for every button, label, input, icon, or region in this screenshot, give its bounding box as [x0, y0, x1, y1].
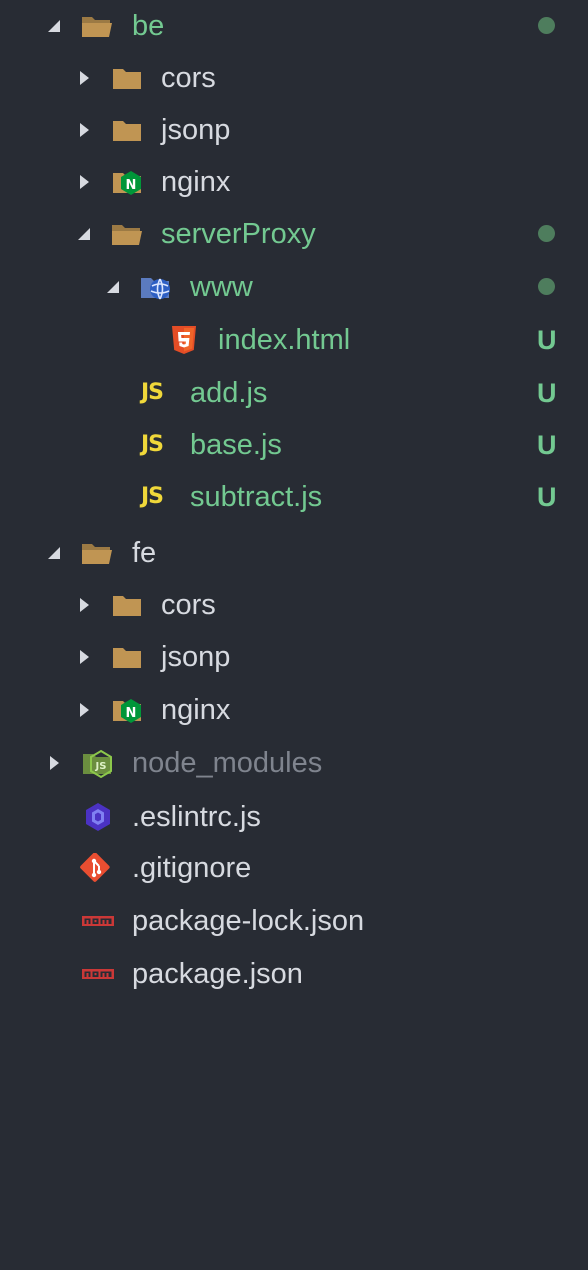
git-icon	[80, 853, 114, 883]
git-modified-dot	[538, 278, 555, 295]
folder-icon	[110, 642, 144, 672]
tree-item-nginx[interactable]: N nginx	[0, 684, 588, 736]
tree-item-label: nginx	[161, 166, 231, 198]
tree-item-label: www	[190, 271, 253, 303]
eslint-icon	[80, 802, 114, 832]
tree-item-label: index.html	[218, 324, 351, 356]
tree-item-label: jsonp	[161, 641, 231, 673]
javascript-icon: JS	[141, 380, 164, 405]
nginx-folder-icon: N	[110, 167, 144, 197]
tree-item-label: subtract.js	[190, 481, 323, 513]
tree-item-package-json[interactable]: package.json	[0, 948, 588, 1000]
javascript-icon: JS	[141, 484, 164, 509]
folder-icon	[110, 115, 144, 145]
folder-open-icon	[80, 11, 114, 41]
tree-item-eslintrc[interactable]: .eslintrc.js	[0, 791, 588, 843]
node-folder-icon: JS	[80, 748, 114, 778]
tree-item-cors[interactable]: cors	[0, 579, 588, 631]
folder-icon	[110, 63, 144, 93]
tree-item-www[interactable]: www	[0, 261, 588, 313]
git-untracked-badge: U	[537, 430, 557, 460]
www-folder-icon	[139, 272, 173, 302]
git-modified-dot	[538, 17, 555, 34]
chevron-collapsed-icon[interactable]	[74, 68, 94, 88]
npm-icon	[80, 906, 114, 936]
git-modified-dot	[538, 225, 555, 242]
chevron-expanded-icon[interactable]	[44, 543, 64, 563]
nginx-folder-icon: N	[110, 695, 144, 725]
chevron-collapsed-icon[interactable]	[44, 753, 64, 773]
git-untracked-badge: U	[537, 325, 557, 355]
tree-item-jsonp[interactable]: jsonp	[0, 104, 588, 156]
tree-item-label: package-lock.json	[132, 905, 365, 937]
tree-item-gitignore[interactable]: .gitignore	[0, 842, 588, 894]
chevron-expanded-icon[interactable]	[103, 277, 123, 297]
tree-item-serverProxy[interactable]: serverProxy	[0, 208, 588, 260]
javascript-icon: JS	[141, 432, 164, 457]
html5-icon	[167, 325, 201, 355]
svg-text:N: N	[126, 178, 137, 193]
tree-item-node-modules[interactable]: JS node_modules	[0, 737, 588, 789]
tree-item-be[interactable]: be	[0, 0, 588, 52]
chevron-collapsed-icon[interactable]	[74, 700, 94, 720]
tree-item-nginx[interactable]: N nginx	[0, 156, 588, 208]
chevron-collapsed-icon[interactable]	[74, 172, 94, 192]
tree-item-index-html[interactable]: index.html U	[0, 314, 588, 366]
tree-item-label: .gitignore	[132, 852, 252, 884]
tree-item-label: package.json	[132, 958, 303, 990]
tree-item-package-lock-json[interactable]: package-lock.json	[0, 895, 588, 947]
tree-item-subtract-js[interactable]: JS subtract.js U	[0, 471, 588, 523]
tree-item-label: fe	[132, 537, 157, 569]
tree-item-label: serverProxy	[161, 218, 316, 250]
git-untracked-badge: U	[537, 482, 557, 512]
tree-item-cors[interactable]: cors	[0, 52, 588, 104]
tree-item-fe[interactable]: fe	[0, 527, 588, 579]
tree-item-label: jsonp	[161, 114, 231, 146]
chevron-collapsed-icon[interactable]	[74, 120, 94, 140]
tree-item-label: be	[132, 10, 165, 42]
tree-item-add-js[interactable]: JS add.js U	[0, 367, 588, 419]
chevron-collapsed-icon[interactable]	[74, 647, 94, 667]
tree-item-label: nginx	[161, 694, 231, 726]
npm-icon	[80, 959, 114, 989]
tree-item-jsonp[interactable]: jsonp	[0, 631, 588, 683]
tree-item-base-js[interactable]: JS base.js U	[0, 419, 588, 471]
git-untracked-badge: U	[537, 378, 557, 408]
tree-item-label: add.js	[190, 377, 268, 409]
svg-text:JS: JS	[95, 761, 107, 772]
tree-item-label: node_modules	[132, 747, 323, 779]
svg-text:N: N	[126, 706, 137, 721]
tree-item-label: cors	[161, 589, 216, 621]
tree-item-label: cors	[161, 62, 216, 94]
chevron-collapsed-icon[interactable]	[74, 595, 94, 615]
folder-open-icon	[80, 538, 114, 568]
tree-item-label: base.js	[190, 429, 282, 461]
tree-item-label: .eslintrc.js	[132, 801, 261, 833]
folder-icon	[110, 590, 144, 620]
file-explorer-tree: be cors jsonp N nginx serverProxy www in…	[0, 0, 588, 1270]
chevron-expanded-icon[interactable]	[44, 16, 64, 36]
folder-open-icon	[110, 219, 144, 249]
chevron-expanded-icon[interactable]	[74, 224, 94, 244]
